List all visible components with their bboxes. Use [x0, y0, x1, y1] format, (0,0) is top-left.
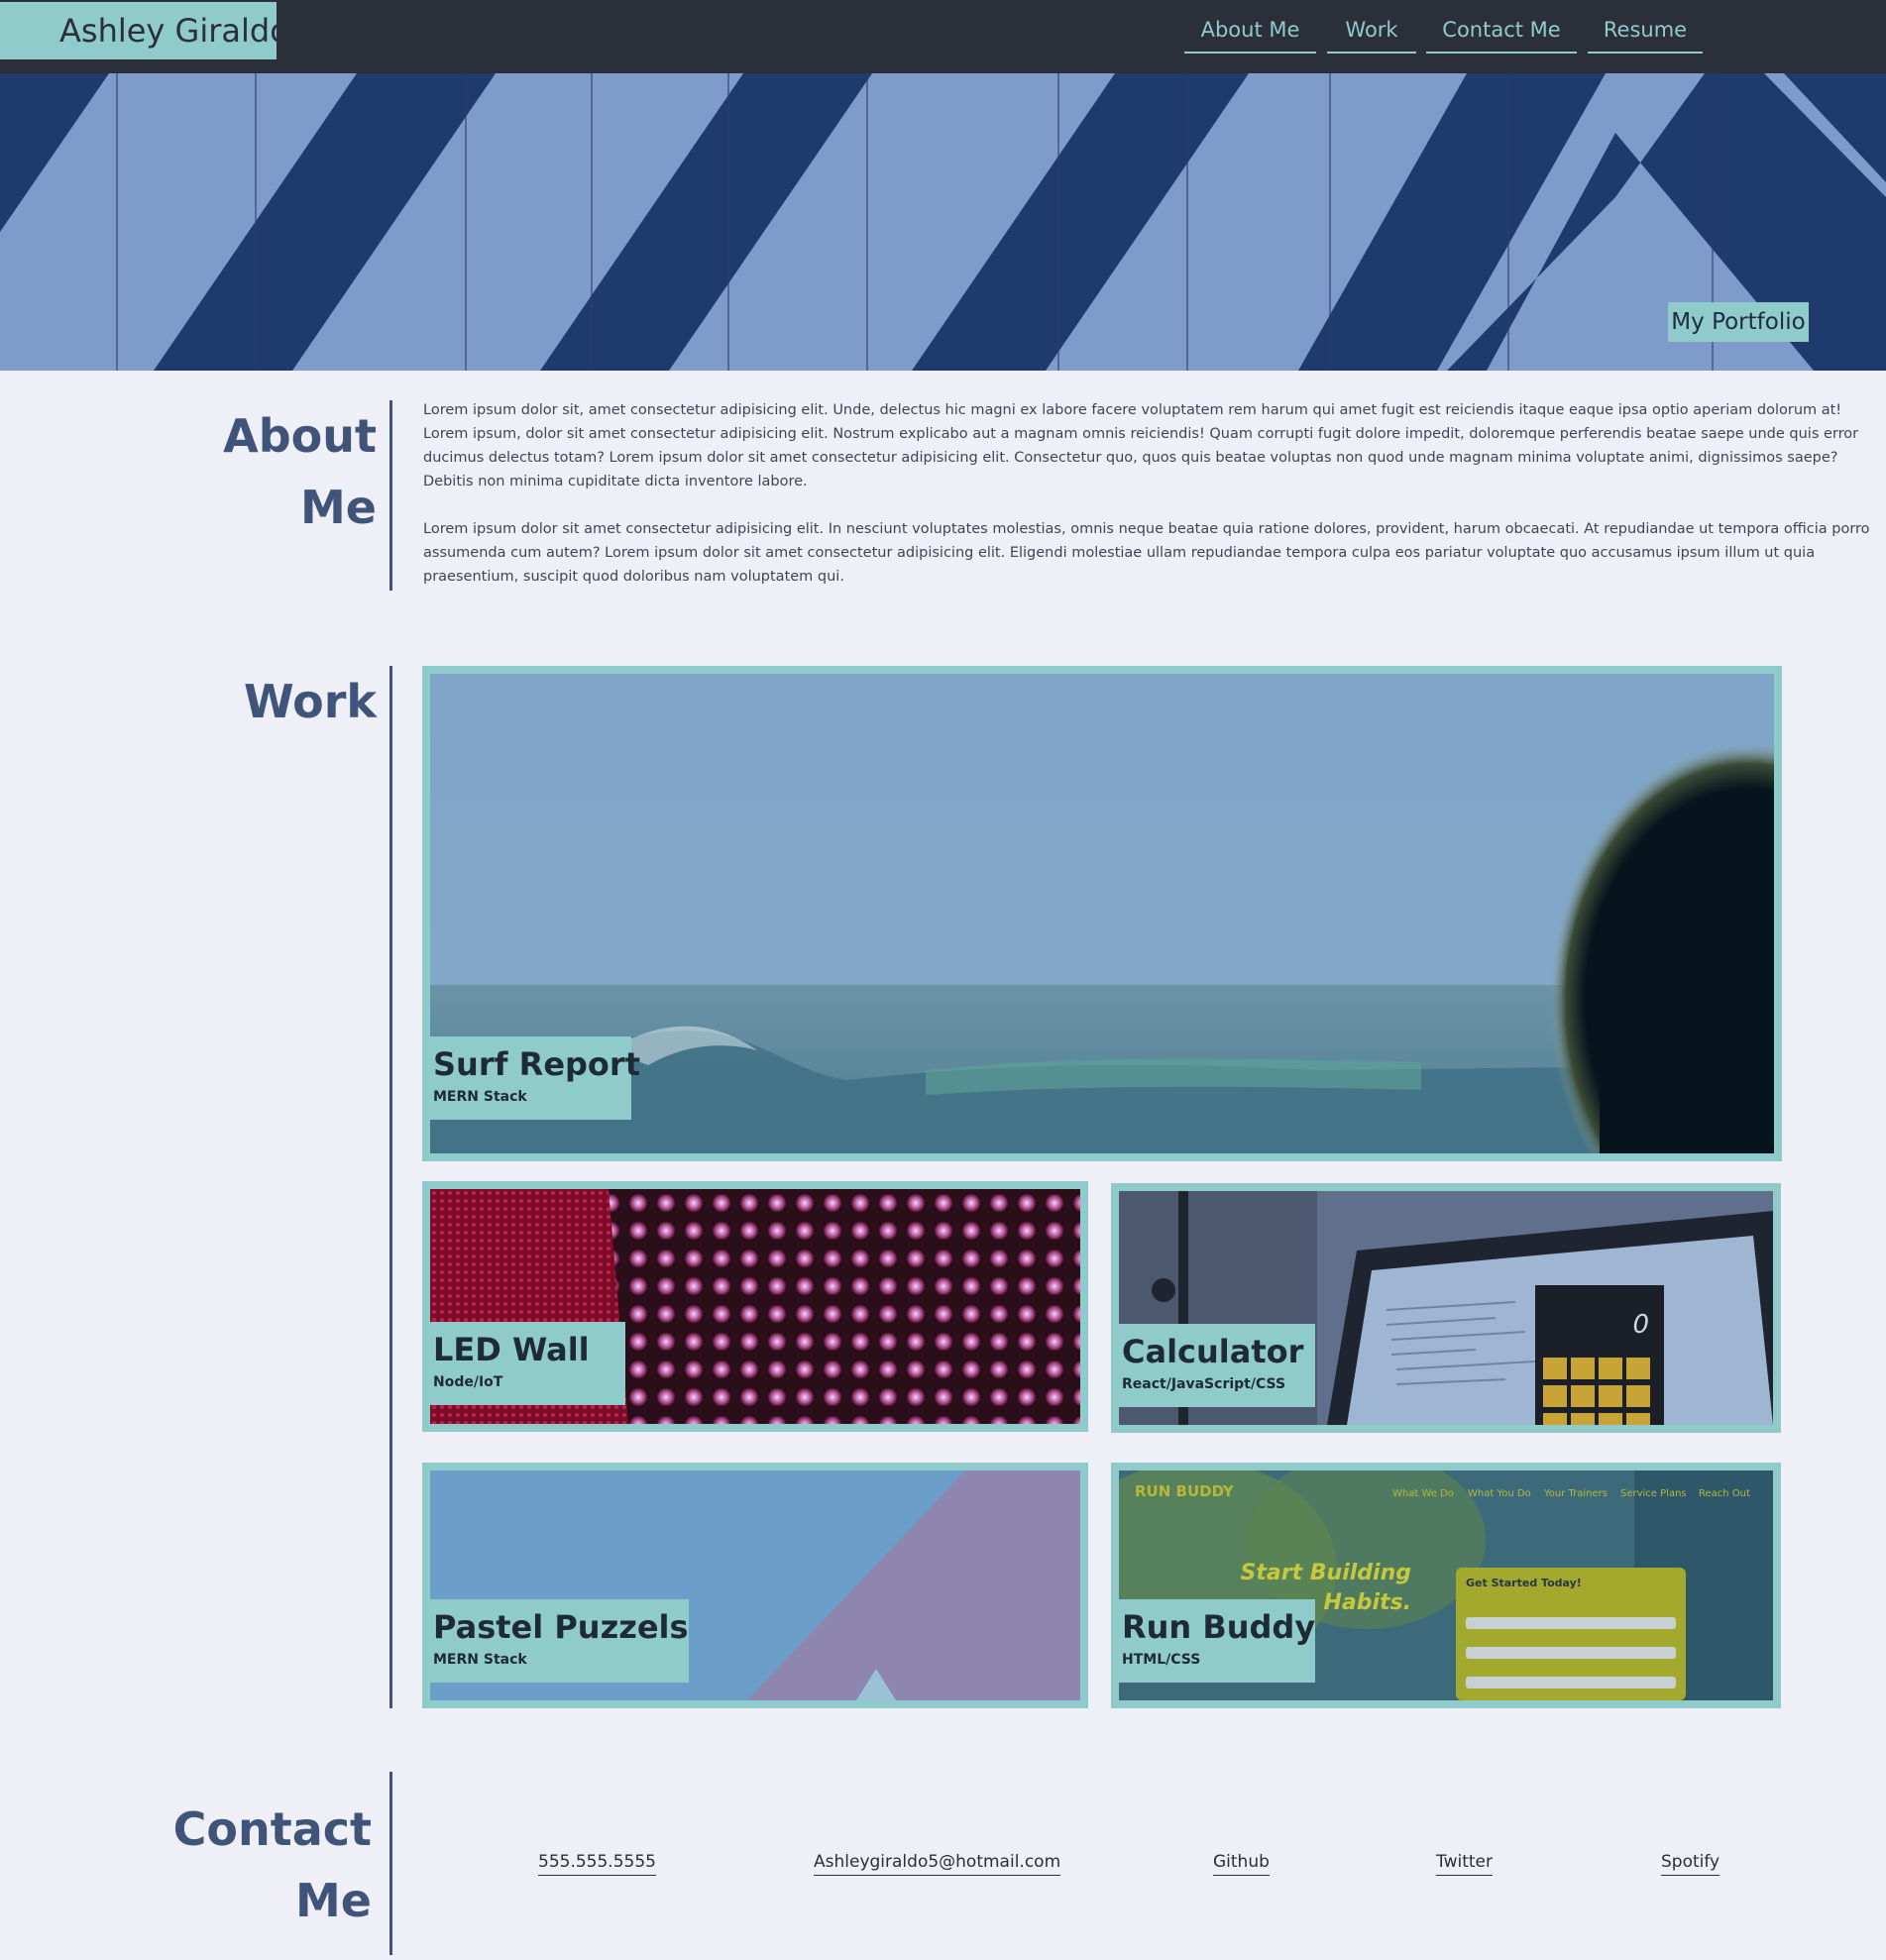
nav-link-resume[interactable]: Resume: [1588, 14, 1703, 54]
contact-phone-link[interactable]: 555.555.5555: [538, 1849, 656, 1876]
project-card-surf-report[interactable]: Surf Report MERN Stack: [422, 666, 1782, 1161]
contact-title-line1: Contact: [172, 1802, 372, 1856]
project-card-run-buddy[interactable]: RUN BUDDY What We Do What You Do Your Tr…: [1111, 1463, 1781, 1708]
project-name: LED Wall: [433, 1331, 590, 1368]
run-buddy-headline-2: Habits.: [1323, 1590, 1411, 1615]
contact-spotify-link[interactable]: Spotify: [1661, 1849, 1720, 1876]
contact-title-line2: Me: [295, 1874, 372, 1927]
run-buddy-nav-3: Your Trainers: [1543, 1488, 1608, 1499]
hero-stripes-image: [0, 73, 1886, 371]
run-buddy-form-title: Get Started Today!: [1466, 1577, 1582, 1589]
project-card-led-wall[interactable]: LED Wall Node/IoT: [422, 1181, 1088, 1432]
top-navbar: Ashley Giraldo About Me Work Contact Me …: [0, 0, 1886, 73]
about-title-line1: About: [223, 409, 377, 463]
about-paragraph-2: Lorem ipsum dolor sit amet consectetur a…: [423, 521, 1870, 585]
calculator-display: 0: [1632, 1310, 1649, 1340]
project-stack: React/JavaScript/CSS: [1122, 1376, 1286, 1392]
contact-twitter-link[interactable]: Twitter: [1436, 1849, 1493, 1876]
project-name: Pastel Puzzels: [433, 1608, 689, 1646]
run-buddy-nav-5: Reach Out: [1699, 1488, 1750, 1499]
run-buddy-label: Run Buddy HTML/CSS: [1119, 1599, 1315, 1683]
project-card-calculator[interactable]: 0 Calculator React/JavaScript/CSS: [1111, 1183, 1781, 1433]
calculator-label: Calculator React/JavaScript/CSS: [1119, 1324, 1315, 1407]
about-text: Lorem ipsum dolor sit, amet consectetur …: [423, 398, 1886, 612]
project-stack: MERN Stack: [433, 1652, 527, 1668]
run-buddy-logo: RUN BUDDY: [1135, 1482, 1235, 1500]
project-stack: Node/IoT: [433, 1374, 503, 1390]
project-stack: MERN Stack: [433, 1089, 527, 1105]
hero-banner: My Portfolio: [0, 73, 1886, 371]
portfolio-tag: My Portfolio: [1668, 302, 1809, 342]
about-title: About Me: [178, 400, 377, 543]
project-card-pastel-puzzels[interactable]: Pastel Puzzels MERN Stack: [422, 1463, 1088, 1708]
led-wall-label: LED Wall Node/IoT: [430, 1322, 625, 1405]
pastel-puzzels-label: Pastel Puzzels MERN Stack: [430, 1599, 689, 1683]
site-brand[interactable]: Ashley Giraldo: [0, 2, 289, 59]
project-name: Calculator: [1122, 1333, 1304, 1370]
about-paragraph-1: Lorem ipsum dolor sit, amet consectetur …: [423, 402, 1859, 490]
work-divider: [389, 666, 392, 1708]
work-title: Work: [244, 675, 377, 728]
contact-github-link[interactable]: Github: [1213, 1849, 1270, 1876]
run-buddy-nav-4: Service Plans: [1620, 1488, 1687, 1499]
project-stack: HTML/CSS: [1122, 1652, 1201, 1668]
nav-link-about-me[interactable]: About Me: [1184, 14, 1316, 54]
about-title-line2: Me: [300, 481, 377, 534]
about-divider: [389, 400, 392, 591]
run-buddy-headline-1: Start Building: [1241, 1561, 1411, 1585]
contact-divider: [389, 1772, 392, 1955]
contact-title: Contact Me: [159, 1794, 372, 1936]
project-name: Run Buddy: [1122, 1608, 1316, 1646]
contact-email-link[interactable]: Ashleygiraldo5@hotmail.com: [814, 1849, 1061, 1876]
nav-link-work[interactable]: Work: [1327, 14, 1416, 54]
run-buddy-nav-1: What We Do: [1392, 1488, 1454, 1499]
surf-report-label: Surf Report MERN Stack: [430, 1036, 640, 1120]
nav-link-contact-me[interactable]: Contact Me: [1426, 14, 1577, 54]
run-buddy-nav-2: What You Do: [1468, 1488, 1531, 1499]
project-name: Surf Report: [433, 1045, 640, 1083]
